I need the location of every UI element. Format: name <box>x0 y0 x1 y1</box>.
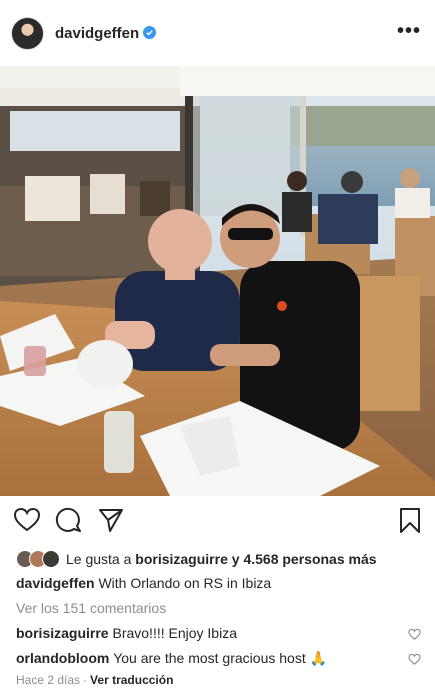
likes-summary[interactable]: Le gusta a borisizaguirre y 4.568 person… <box>16 549 377 569</box>
liked-by-count[interactable]: y 4.568 personas más <box>232 551 377 567</box>
liker-avatars <box>16 550 62 568</box>
heart-icon[interactable] <box>13 506 43 536</box>
comment-text: Bravo!!!! Enjoy Ibiza <box>112 625 237 641</box>
post-username[interactable]: davidgeffen <box>55 25 139 42</box>
post-photo[interactable] <box>0 66 435 496</box>
post-caption: davidgeffen With Orlando on RS in Ibiza <box>16 575 271 591</box>
post-action-bar <box>0 506 435 540</box>
liker-avatar <box>42 550 60 568</box>
more-horizontal-icon[interactable]: ••• <box>397 20 421 43</box>
caption-username[interactable]: davidgeffen <box>16 575 95 591</box>
comment-username[interactable]: orlandobloom <box>16 650 109 666</box>
comment-username[interactable]: borisizaguirre <box>16 625 109 641</box>
comment-heart-icon[interactable] <box>408 628 421 641</box>
liked-by-user[interactable]: borisizaguirre <box>135 551 228 567</box>
comment-text: You are the most gracious host 🙏 <box>113 650 328 666</box>
comment-heart-icon[interactable] <box>408 653 421 666</box>
time-ago: Hace 2 días <box>16 673 81 687</box>
separator: · <box>83 673 88 687</box>
photo-illustration <box>0 66 435 496</box>
liked-by-prefix: Le gusta a <box>66 551 132 567</box>
verified-badge-icon <box>143 26 156 39</box>
avatar[interactable] <box>11 17 44 50</box>
comment-item: orlandobloom You are the most gracious h… <box>16 650 406 667</box>
save-bookmark-icon[interactable] <box>396 506 426 536</box>
comment-icon[interactable] <box>55 506 85 536</box>
share-icon[interactable] <box>97 506 127 536</box>
post-header: davidgeffen ••• <box>0 0 435 66</box>
caption-text: With Orlando on RS in Ibiza <box>98 575 272 591</box>
translate-link[interactable]: Ver traducción <box>90 673 173 687</box>
post-footer: Hace 2 días · Ver traducción <box>16 673 173 687</box>
view-comments-link[interactable]: Ver los 151 comentarios <box>16 600 166 616</box>
comment-item: borisizaguirre Bravo!!!! Enjoy Ibiza <box>16 625 406 641</box>
